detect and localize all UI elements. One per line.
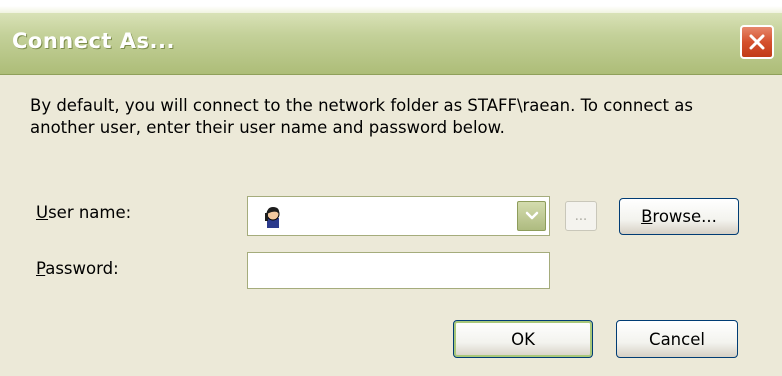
username-combobox[interactable] xyxy=(247,196,550,236)
browse-label-accelerator: B xyxy=(641,207,653,226)
instruction-text: By default, you will connect to the netw… xyxy=(30,96,693,137)
chevron-down-icon xyxy=(525,211,538,220)
window-title: Connect As... xyxy=(12,29,175,53)
username-label-text: ser name: xyxy=(48,203,132,222)
password-label: Password: xyxy=(36,259,119,278)
browse-label-text: rowse... xyxy=(652,207,717,226)
password-label-accelerator: P xyxy=(36,259,46,278)
cancel-button[interactable]: Cancel xyxy=(616,320,738,358)
username-label: User name: xyxy=(36,203,131,222)
close-icon xyxy=(749,34,765,50)
password-label-text: assword: xyxy=(45,259,119,278)
browse-button[interactable]: Browse... xyxy=(619,198,739,235)
username-dropdown-button[interactable] xyxy=(517,201,546,231)
close-button[interactable] xyxy=(740,25,774,59)
password-input[interactable] xyxy=(247,252,550,289)
ok-button[interactable]: OK xyxy=(453,320,593,358)
ellipsis-button[interactable]: ... xyxy=(565,201,597,231)
username-label-accelerator: U xyxy=(36,203,49,222)
user-icon xyxy=(265,207,280,228)
